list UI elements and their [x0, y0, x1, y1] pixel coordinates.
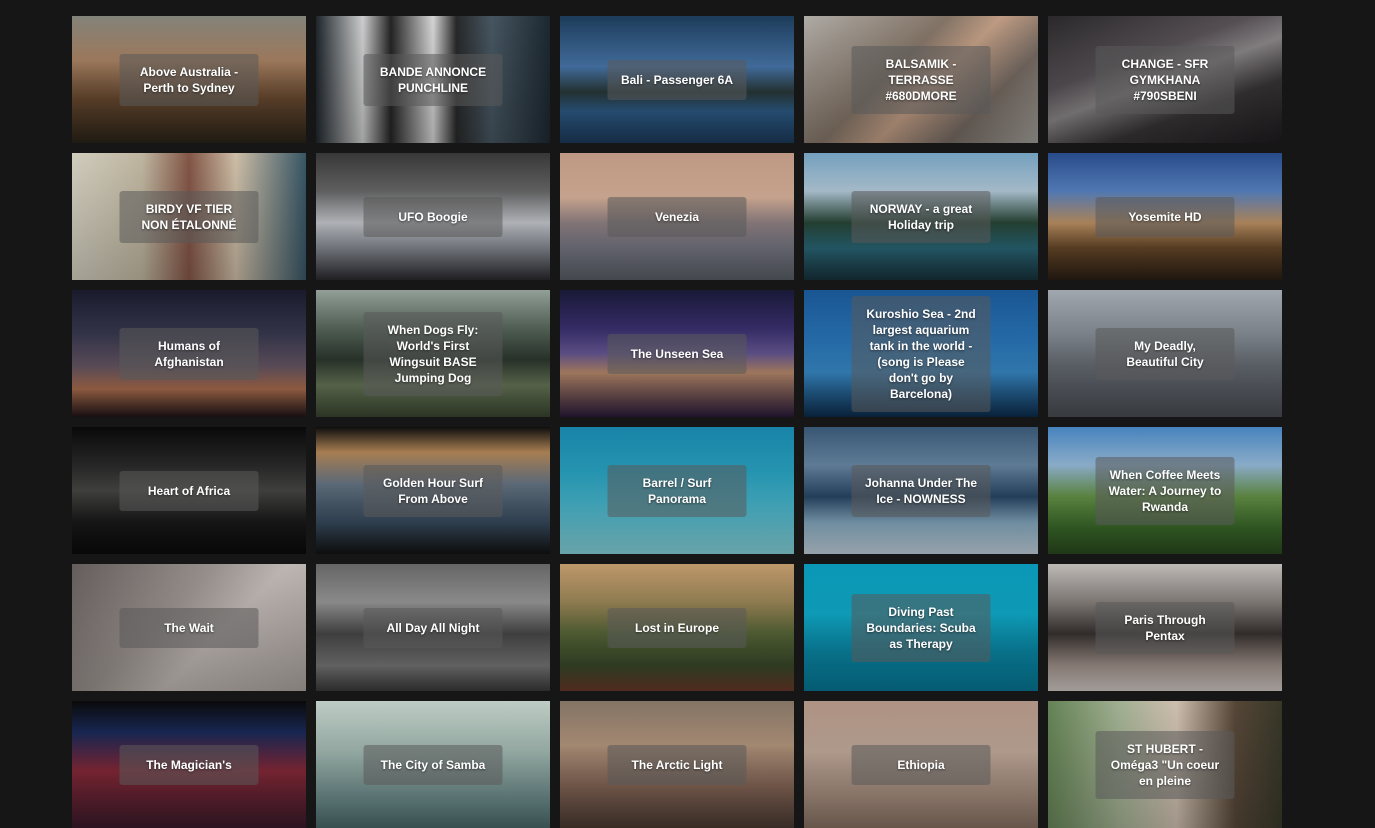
video-tile[interactable]: Above Australia - Perth to Sydney: [72, 16, 306, 143]
video-title-overlay: Yosemite HD: [1095, 196, 1235, 237]
video-title: The Wait: [164, 620, 214, 635]
video-title-overlay: BIRDY VF TIER NON ÉTALONNÉ: [119, 190, 259, 243]
video-title: Ethiopia: [897, 757, 945, 772]
video-title: Johanna Under The Ice - NOWNESS: [864, 475, 977, 506]
video-tile[interactable]: Heart of Africa: [72, 427, 306, 554]
video-tile[interactable]: Kuroshio Sea - 2nd largest aquarium tank…: [804, 290, 1038, 417]
video-title: Humans of Afghanistan: [154, 338, 224, 369]
video-title-overlay: Barrel / Surf Panorama: [607, 464, 747, 517]
video-title-overlay: Ethiopia: [851, 744, 991, 785]
video-title: The Unseen Sea: [630, 346, 724, 361]
video-title-overlay: Humans of Afghanistan: [119, 327, 259, 380]
video-tile[interactable]: Humans of Afghanistan: [72, 290, 306, 417]
video-tile[interactable]: Paris Through Pentax: [1048, 564, 1282, 691]
video-title: Yosemite HD: [1128, 209, 1202, 224]
video-tile[interactable]: Golden Hour Surf From Above: [316, 427, 550, 554]
video-title: Kuroshio Sea - 2nd largest aquarium tank…: [866, 306, 976, 401]
video-tile[interactable]: BALSAMIK - TERRASSE #680DMORE: [804, 16, 1038, 143]
video-tile[interactable]: The Magician's: [72, 701, 306, 828]
video-title-overlay: The Magician's: [119, 744, 259, 785]
video-title-overlay: The Unseen Sea: [607, 333, 747, 374]
video-tile[interactable]: Lost in Europe: [560, 564, 794, 691]
video-title-overlay: When Coffee Meets Water: A Journey to Rw…: [1095, 456, 1235, 525]
video-title: Venezia: [654, 209, 700, 224]
video-title: Bali - Passenger 6A: [620, 72, 734, 87]
video-title-overlay: Golden Hour Surf From Above: [363, 464, 503, 517]
video-title: All Day All Night: [386, 620, 480, 635]
video-title: CHANGE - SFR GYMKHANA #790SBENI: [1121, 56, 1209, 103]
video-title-overlay: When Dogs Fly: World's First Wingsuit BA…: [363, 311, 503, 396]
video-title: Golden Hour Surf From Above: [383, 475, 483, 506]
video-tile[interactable]: When Coffee Meets Water: A Journey to Rw…: [1048, 427, 1282, 554]
video-title-overlay: The City of Samba: [363, 744, 503, 785]
video-title: The Arctic Light: [631, 757, 723, 772]
video-title: When Dogs Fly: World's First Wingsuit BA…: [387, 322, 479, 385]
video-title: BANDE ANNONCE PUNCHLINE: [379, 64, 487, 95]
video-tile[interactable]: My Deadly, Beautiful City: [1048, 290, 1282, 417]
video-title: NORWAY - a great Holiday trip: [869, 201, 973, 232]
video-title: BIRDY VF TIER NON ÉTALONNÉ: [141, 201, 237, 232]
video-title-overlay: Heart of Africa: [119, 470, 259, 511]
video-title-overlay: CHANGE - SFR GYMKHANA #790SBENI: [1095, 45, 1235, 114]
video-title-overlay: Kuroshio Sea - 2nd largest aquarium tank…: [851, 295, 991, 412]
video-title-overlay: My Deadly, Beautiful City: [1095, 327, 1235, 380]
video-title: Paris Through Pentax: [1124, 612, 1206, 643]
video-tile[interactable]: Johanna Under The Ice - NOWNESS: [804, 427, 1038, 554]
video-title: The City of Samba: [380, 757, 486, 772]
video-title: Lost in Europe: [635, 620, 719, 635]
video-title: When Coffee Meets Water: A Journey to Rw…: [1108, 467, 1222, 514]
video-tile[interactable]: When Dogs Fly: World's First Wingsuit BA…: [316, 290, 550, 417]
video-title: Barrel / Surf Panorama: [642, 475, 712, 506]
video-tile[interactable]: The Arctic Light: [560, 701, 794, 828]
video-tile[interactable]: Diving Past Boundaries: Scuba as Therapy: [804, 564, 1038, 691]
video-tile[interactable]: The City of Samba: [316, 701, 550, 828]
video-tile[interactable]: Barrel / Surf Panorama: [560, 427, 794, 554]
video-title-overlay: NORWAY - a great Holiday trip: [851, 190, 991, 243]
video-tile[interactable]: Yosemite HD: [1048, 153, 1282, 280]
video-title: The Magician's: [146, 757, 232, 772]
video-title-overlay: The Wait: [119, 607, 259, 648]
video-title-overlay: Above Australia - Perth to Sydney: [119, 53, 259, 106]
video-title: My Deadly, Beautiful City: [1126, 338, 1204, 369]
video-title-overlay: The Arctic Light: [607, 744, 747, 785]
video-title-overlay: Venezia: [607, 196, 747, 237]
video-tile[interactable]: NORWAY - a great Holiday trip: [804, 153, 1038, 280]
video-title-overlay: UFO Boogie: [363, 196, 503, 237]
video-title: UFO Boogie: [398, 209, 468, 224]
video-tile[interactable]: Bali - Passenger 6A: [560, 16, 794, 143]
video-tile[interactable]: UFO Boogie: [316, 153, 550, 280]
video-title-overlay: ST HUBERT - Oméga3 "Un coeur en pleine: [1095, 730, 1235, 799]
video-tile[interactable]: CHANGE - SFR GYMKHANA #790SBENI: [1048, 16, 1282, 143]
video-title: Heart of Africa: [147, 483, 231, 498]
video-title: Above Australia - Perth to Sydney: [139, 64, 239, 95]
video-title: Diving Past Boundaries: Scuba as Therapy: [866, 604, 976, 651]
video-title-overlay: Johanna Under The Ice - NOWNESS: [851, 464, 991, 517]
video-tile[interactable]: Ethiopia: [804, 701, 1038, 828]
video-title-overlay: BALSAMIK - TERRASSE #680DMORE: [851, 45, 991, 114]
video-tile[interactable]: The Wait: [72, 564, 306, 691]
video-grid: Above Australia - Perth to Sydney BANDE A…: [72, 16, 1282, 828]
video-title: BALSAMIK - TERRASSE #680DMORE: [885, 56, 957, 103]
video-title-overlay: Bali - Passenger 6A: [607, 59, 747, 100]
video-title-overlay: All Day All Night: [363, 607, 503, 648]
video-tile[interactable]: BANDE ANNONCE PUNCHLINE: [316, 16, 550, 143]
video-tile[interactable]: All Day All Night: [316, 564, 550, 691]
video-title-overlay: Lost in Europe: [607, 607, 747, 648]
video-title-overlay: BANDE ANNONCE PUNCHLINE: [363, 53, 503, 106]
video-tile[interactable]: BIRDY VF TIER NON ÉTALONNÉ: [72, 153, 306, 280]
video-title: ST HUBERT - Oméga3 "Un coeur en pleine: [1110, 741, 1220, 788]
video-tile[interactable]: Venezia: [560, 153, 794, 280]
video-title-overlay: Diving Past Boundaries: Scuba as Therapy: [851, 593, 991, 662]
video-tile[interactable]: The Unseen Sea: [560, 290, 794, 417]
video-title-overlay: Paris Through Pentax: [1095, 601, 1235, 654]
video-tile[interactable]: ST HUBERT - Oméga3 "Un coeur en pleine: [1048, 701, 1282, 828]
